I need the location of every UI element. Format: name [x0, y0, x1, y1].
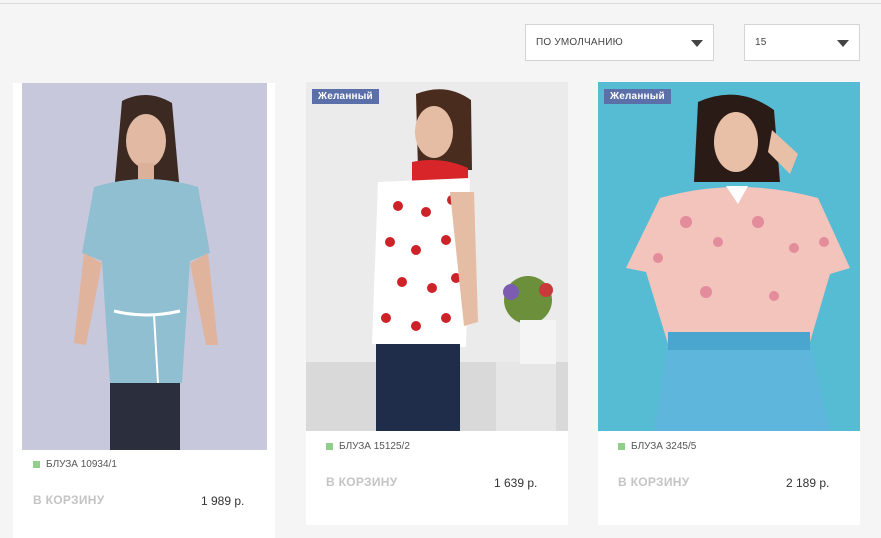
add-to-cart-button[interactable]: В КОРЗИНУ	[618, 475, 689, 489]
in-stock-indicator	[33, 461, 40, 468]
product-photo[interactable]: Желанный	[306, 82, 568, 431]
product-sku-text: БЛУЗА 10934/1	[46, 459, 117, 470]
items-per-page-value: 15	[755, 37, 767, 48]
items-per-page-select[interactable]: 15	[744, 24, 860, 61]
product-photo[interactable]: Желанный	[598, 82, 860, 431]
in-stock-indicator	[618, 443, 625, 450]
product-sku: БЛУЗА 10934/1	[33, 459, 117, 470]
chevron-down-icon	[837, 40, 849, 47]
sort-select[interactable]: ПО УМОЛЧАНИЮ	[525, 24, 714, 61]
wishlist-badge: Желанный	[604, 89, 671, 104]
header-divider	[0, 3, 881, 4]
product-sku: БЛУЗА 3245/5	[618, 441, 696, 452]
product-price: 2 189 р.	[786, 476, 830, 490]
in-stock-indicator	[326, 443, 333, 450]
add-to-cart-button[interactable]: В КОРЗИНУ	[33, 493, 104, 507]
wishlist-badge: Желанный	[312, 89, 379, 104]
chevron-down-icon	[691, 40, 703, 47]
add-to-cart-button[interactable]: В КОРЗИНУ	[326, 475, 397, 489]
product-card[interactable]: БЛУЗА 10934/1 В КОРЗИНУ 1 989 р.	[13, 83, 275, 538]
product-sku-text: БЛУЗА 15125/2	[339, 441, 410, 452]
product-card[interactable]: Желанный БЛУЗА 15125/2 В КОРЗИНУ 1 639 р…	[306, 82, 568, 525]
product-sku: БЛУЗА 15125/2	[326, 441, 410, 452]
product-price: 1 989 р.	[201, 494, 245, 508]
product-card[interactable]: Желанный БЛУЗА 3245/5 В КОРЗИНУ 2 189 р.	[598, 82, 860, 525]
product-sku-text: БЛУЗА 3245/5	[631, 441, 697, 452]
product-price: 1 639 р.	[494, 476, 538, 490]
sort-select-value: ПО УМОЛЧАНИЮ	[536, 37, 623, 48]
product-photo[interactable]	[22, 83, 267, 450]
